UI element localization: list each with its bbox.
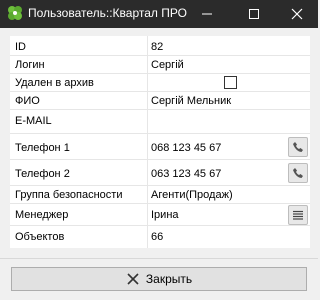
call-phone1-button[interactable] [288, 137, 308, 157]
login-label: Логин [15, 59, 45, 71]
close-button[interactable]: Закрыть [11, 267, 307, 291]
id-label: ID [15, 41, 26, 53]
user-details-panel: ID 82 Логин Сергій Удален в архив ФИО Се… [10, 36, 310, 248]
footer-divider [0, 258, 318, 259]
call-phone2-button[interactable] [288, 163, 308, 183]
email-label: E-MAIL [15, 115, 52, 127]
archived-checkbox[interactable] [224, 76, 237, 89]
list-icon [293, 210, 303, 220]
fio-value[interactable]: Сергій Мельник [151, 95, 231, 107]
minimize-button[interactable] [186, 0, 228, 28]
security-group-label: Группа безопасности [15, 189, 123, 201]
archived-label: Удален в архив [15, 77, 94, 89]
close-window-button[interactable] [276, 0, 318, 28]
phone1-label: Телефон 1 [15, 142, 70, 154]
objects-label: Объектов [15, 231, 65, 243]
manager-label: Менеджер [15, 209, 69, 221]
maximize-button[interactable] [233, 0, 275, 28]
close-button-label: Закрыть [145, 272, 193, 286]
row-phone2[interactable]: Телефон 2 063 123 45 67 [10, 162, 310, 186]
id-value: 82 [151, 41, 164, 53]
fio-label: ФИО [15, 95, 40, 107]
maximize-icon [249, 9, 259, 19]
row-manager[interactable]: Менеджер Ірина [10, 204, 310, 226]
minimize-icon [202, 13, 212, 15]
row-security-group[interactable]: Группа безопасности Агенти(Продаж) [10, 186, 310, 204]
phone2-label: Телефон 2 [15, 168, 70, 180]
row-id: ID 82 [10, 38, 310, 56]
phone1-value[interactable]: 068 123 45 67 [151, 142, 221, 154]
phone-icon [293, 168, 303, 178]
clover-icon [6, 4, 24, 22]
phone2-value[interactable]: 063 123 45 67 [151, 168, 221, 180]
objects-value: 66 [151, 231, 164, 243]
phone-icon [293, 142, 303, 152]
row-login[interactable]: Логин Сергій [10, 56, 310, 74]
row-phone1[interactable]: Телефон 1 068 123 45 67 [10, 136, 310, 160]
login-value[interactable]: Сергій [151, 59, 184, 71]
window-title: Пользователь::Квартал ПРО [28, 6, 187, 20]
row-email[interactable]: E-MAIL [10, 112, 310, 134]
row-objects: Объектов 66 [10, 228, 310, 246]
select-manager-button[interactable] [288, 205, 308, 225]
row-archived: Удален в архив [10, 74, 310, 92]
window-titlebar: Пользователь::Квартал ПРО [0, 0, 318, 28]
x-icon [127, 273, 139, 285]
security-group-value[interactable]: Агенти(Продаж) [151, 189, 233, 201]
close-icon [291, 8, 303, 20]
row-fio[interactable]: ФИО Сергій Мельник [10, 92, 310, 110]
manager-value[interactable]: Ірина [151, 209, 179, 221]
